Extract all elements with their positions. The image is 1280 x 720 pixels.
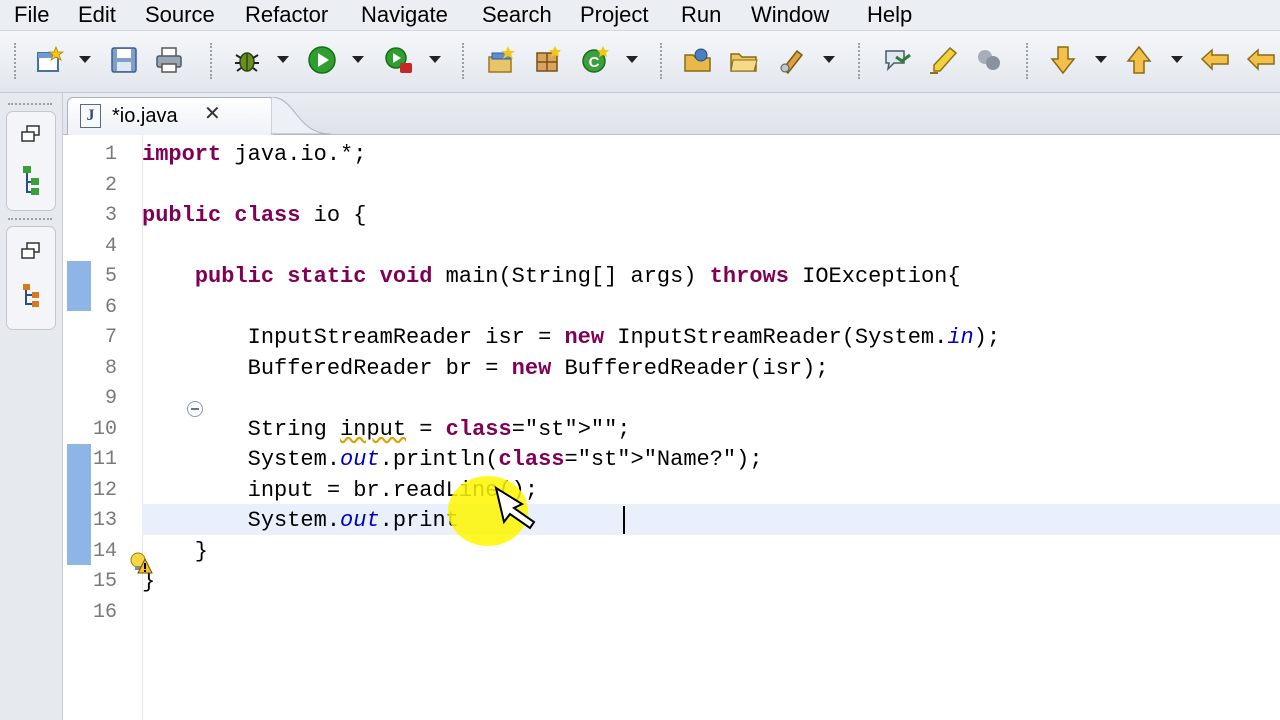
svg-text:C: C	[589, 54, 600, 71]
menu-project[interactable]: Project	[580, 1, 648, 29]
new-java-project-icon[interactable]	[486, 45, 516, 75]
java-file-icon: J	[80, 104, 101, 128]
run-dropdown-arrow[interactable]	[352, 56, 364, 63]
trim-grip	[8, 218, 52, 220]
menu-edit[interactable]: Edit	[78, 1, 116, 29]
save-icon[interactable]	[109, 45, 139, 75]
hierarchy-icon[interactable]	[19, 164, 43, 196]
main-toolbar: C	[0, 31, 1280, 93]
line-number: 13	[92, 509, 117, 532]
editor-tab-bar: J *io.java ✕	[63, 93, 1280, 135]
line-number: 10	[92, 417, 117, 441]
menu-window[interactable]: Window	[751, 1, 829, 29]
line-number: 3	[104, 204, 117, 227]
toolbar-grip[interactable]	[14, 43, 20, 79]
code-line[interactable]: BufferedReader br = new BufferedReader(i…	[142, 354, 829, 384]
toggle-annotations-icon[interactable]	[882, 45, 912, 75]
line-number: 15	[92, 570, 117, 593]
code-line[interactable]: InputStreamReader isr = new InputStreamR…	[142, 323, 1001, 353]
forward-icon[interactable]	[1246, 45, 1276, 75]
line-number: 9	[104, 387, 117, 410]
line-number: 1	[104, 143, 117, 166]
trim-grip	[8, 103, 52, 105]
print-icon[interactable]	[154, 45, 184, 75]
outline-icon[interactable]	[19, 282, 43, 310]
line-number: 7	[104, 326, 117, 349]
code-line[interactable]: String input = class="st">"";	[142, 415, 631, 445]
line-number: 11	[92, 448, 117, 471]
line-number: 8	[104, 356, 117, 380]
toolbar-grip[interactable]	[858, 43, 864, 79]
menu-refactor[interactable]: Refactor	[245, 1, 328, 29]
next-annotation-icon[interactable]	[1048, 45, 1078, 75]
toolbar-grip[interactable]	[210, 43, 216, 79]
trim-group-outline	[6, 226, 56, 330]
text-caret	[623, 506, 625, 534]
editor-tab-io-java[interactable]: J *io.java ✕	[67, 97, 275, 135]
line-number: 4	[104, 234, 117, 258]
trim-group-package-explorer	[6, 111, 56, 211]
warning-lightbulb-icon[interactable]	[129, 551, 153, 575]
new-package-icon[interactable]	[533, 45, 563, 75]
toolbar-grip[interactable]	[1026, 43, 1032, 79]
next-annotation-dropdown-arrow[interactable]	[1095, 56, 1107, 63]
new-class-icon[interactable]: C	[580, 45, 610, 75]
code-line[interactable]: System.out.print	[142, 506, 459, 536]
menu-navigate[interactable]: Navigate	[361, 1, 448, 29]
left-trim-stack	[0, 93, 63, 720]
code-line[interactable]: import java.io.*;	[142, 140, 366, 170]
new-class-dropdown-arrow[interactable]	[626, 56, 638, 63]
menu-search[interactable]: Search	[482, 1, 552, 29]
debug-icon[interactable]	[232, 45, 262, 75]
code-line[interactable]: System.out.println(class="st">"Name?");	[142, 445, 763, 475]
new-wizard-icon[interactable]	[34, 45, 64, 75]
back-icon[interactable]	[1200, 45, 1230, 75]
restore-icon[interactable]	[19, 241, 43, 261]
menu-file[interactable]: File	[14, 1, 49, 29]
menu-bar: File Edit Source Refactor Navigate Searc…	[0, 0, 1280, 31]
tab-curve	[271, 97, 331, 135]
toolbar-grip[interactable]	[462, 43, 468, 79]
menu-help[interactable]: Help	[867, 1, 912, 29]
code-line[interactable]: public static void main(String[] args) t…	[142, 262, 961, 292]
breakpoint-icon[interactable]	[974, 45, 1004, 75]
line-number: 2	[104, 173, 117, 197]
line-number: 16	[92, 600, 117, 624]
search-dropdown-arrow[interactable]	[823, 56, 835, 63]
new-dropdown-arrow[interactable]	[79, 56, 91, 63]
debug-dropdown-arrow[interactable]	[277, 56, 289, 63]
previous-annotation-dropdown-arrow[interactable]	[1171, 56, 1183, 63]
previous-annotation-icon[interactable]	[1124, 45, 1154, 75]
run-external-icon[interactable]	[384, 45, 414, 75]
open-type-icon[interactable]	[683, 45, 713, 75]
run-icon[interactable]	[307, 45, 337, 75]
menu-run[interactable]: Run	[681, 1, 721, 29]
highlighter-icon[interactable]	[928, 45, 958, 75]
code-line[interactable]: public class io {	[142, 201, 366, 231]
line-number: 12	[92, 478, 117, 502]
search-icon[interactable]	[777, 45, 807, 75]
restore-icon[interactable]	[19, 124, 43, 144]
close-icon[interactable]: ✕	[204, 101, 221, 125]
line-number: 6	[104, 295, 117, 319]
mouse-pointer-icon	[494, 485, 536, 530]
fold-collapse-icon[interactable]	[187, 401, 203, 417]
line-number: 14	[92, 539, 117, 563]
toolbar-grip[interactable]	[660, 43, 666, 79]
editor-tab-label: *io.java	[112, 105, 178, 127]
line-number: 5	[104, 265, 117, 288]
java-editor[interactable]: 1 2 3 4 5 6 7 8 9 10 11 12 13 14 15 16 import java.io.*…	[63, 135, 1280, 720]
open-resource-icon[interactable]	[729, 45, 759, 75]
menu-source[interactable]: Source	[145, 1, 215, 29]
run-external-dropdown-arrow[interactable]	[429, 56, 441, 63]
